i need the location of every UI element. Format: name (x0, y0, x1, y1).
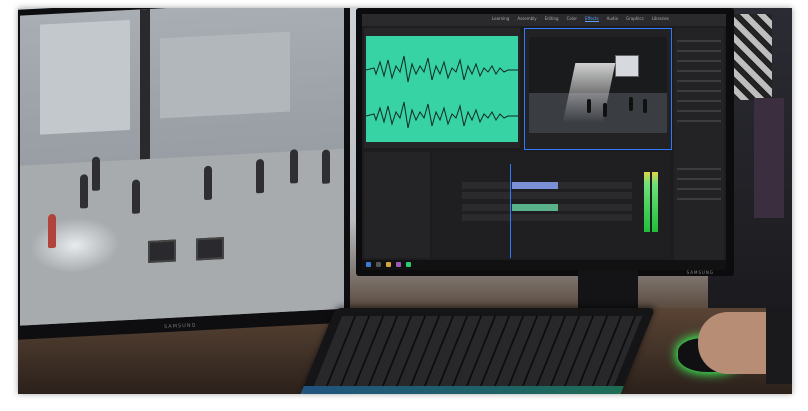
effect-row[interactable] (677, 178, 721, 180)
npc (322, 149, 330, 184)
npc (80, 174, 88, 209)
tab-audio[interactable]: Audio (607, 16, 618, 22)
preview-figure (603, 103, 607, 117)
effect-row[interactable] (677, 198, 721, 200)
keys (313, 316, 643, 386)
effect-row[interactable] (677, 110, 721, 112)
floodlight (148, 239, 176, 263)
building (40, 19, 130, 135)
right-monitor: Learning Assembly Editing Color Effects … (356, 8, 734, 276)
start-icon[interactable] (366, 262, 371, 267)
tab-assembly[interactable]: Assembly (517, 16, 536, 22)
tab-libraries[interactable]: Libraries (652, 16, 669, 22)
folder-icon[interactable] (386, 262, 391, 267)
tab-editing[interactable]: Editing (545, 16, 559, 22)
premiere-icon[interactable] (396, 262, 401, 267)
wall-panel (754, 98, 784, 218)
audio-waveform-view[interactable] (365, 36, 518, 142)
timeline-panel (432, 152, 670, 258)
preview-figure (643, 99, 647, 113)
source-monitor-panel (364, 28, 520, 148)
sleeve (766, 308, 792, 384)
playhead[interactable] (510, 164, 511, 258)
keyboard (300, 308, 656, 394)
npc (92, 156, 100, 191)
effect-row[interactable] (677, 70, 721, 72)
tab-learning[interactable]: Learning (492, 16, 509, 22)
effect-row[interactable] (677, 80, 721, 82)
audio-meter-left (644, 172, 650, 232)
monitor-stand (578, 270, 638, 310)
tab-color[interactable]: Color (567, 16, 577, 22)
npc (204, 165, 212, 201)
npc (256, 158, 264, 194)
desk-photo: SAMSUNG Learning Assembly Editing Color … (18, 8, 792, 394)
monitor-brand: SAMSUNG (686, 270, 714, 275)
effect-row[interactable] (677, 90, 721, 92)
effect-row[interactable] (677, 50, 721, 52)
floodlight (196, 236, 224, 261)
program-preview[interactable] (529, 37, 667, 133)
pillar (140, 8, 150, 170)
preview-figure (587, 99, 591, 113)
effect-row[interactable] (677, 40, 721, 42)
tab-graphics[interactable]: Graphics (626, 16, 644, 22)
audio-track[interactable] (462, 214, 632, 221)
keyboard-backlight (300, 386, 624, 394)
effect-row[interactable] (677, 120, 721, 122)
taskbar (362, 260, 726, 270)
effect-row[interactable] (677, 188, 721, 190)
preview-window (615, 55, 639, 77)
effect-row[interactable] (677, 60, 721, 62)
video-editor-window: Learning Assembly Editing Color Effects … (362, 14, 726, 260)
project-panel (364, 152, 430, 258)
left-monitor: SAMSUNG (18, 8, 350, 340)
building (160, 31, 290, 119)
program-monitor-panel (524, 28, 672, 150)
npc (132, 179, 140, 214)
player-character (48, 213, 56, 249)
game-scene (20, 8, 344, 326)
tab-effects[interactable]: Effects (585, 16, 599, 22)
workspace-bar: Learning Assembly Editing Color Effects … (362, 14, 726, 26)
workspace-tabs: Learning Assembly Editing Color Effects … (492, 16, 669, 22)
preview-figure (629, 97, 633, 111)
search-icon[interactable] (376, 262, 381, 267)
video-clip[interactable] (512, 182, 558, 189)
npc (290, 149, 298, 184)
audio-clip[interactable] (512, 204, 558, 211)
monitor-brand: SAMSUNG (164, 322, 197, 331)
video-track[interactable] (462, 192, 632, 199)
effect-controls-panel (674, 28, 724, 260)
app-icon[interactable] (406, 262, 411, 267)
waveform (365, 55, 518, 129)
audio-meter-right (652, 172, 658, 232)
effect-row[interactable] (677, 100, 721, 102)
effect-row[interactable] (677, 168, 721, 170)
